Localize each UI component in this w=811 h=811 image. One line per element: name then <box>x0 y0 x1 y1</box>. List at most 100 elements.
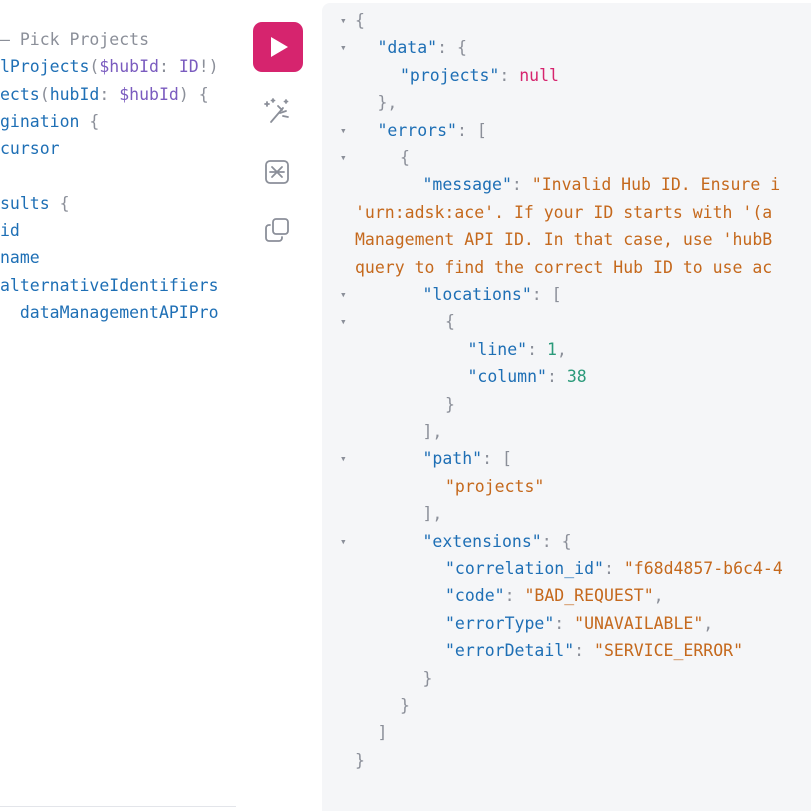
result-line: { <box>355 7 365 34</box>
result-line: } <box>400 692 410 719</box>
fold-toggle-icon[interactable]: ▾ <box>340 7 347 34</box>
code-token: dataManagementAPIPro <box>0 303 219 322</box>
json-token: : <box>554 613 575 633</box>
json-token: }, <box>377 93 398 113</box>
fold-toggle-icon[interactable]: ▾ <box>340 308 347 335</box>
fold-toggle-icon[interactable]: ▾ <box>340 528 347 555</box>
code-token: : <box>99 84 120 104</box>
result-line: "message": "Invalid Hub ID. Ensure i <box>423 171 781 198</box>
json-token: { <box>400 148 410 167</box>
editor-line: gination { <box>0 108 99 135</box>
json-token: "projects" <box>445 476 545 496</box>
json-token: ], <box>422 504 443 524</box>
json-token: "BAD_REQUEST" <box>524 586 654 606</box>
json-token: "message" <box>422 175 512 195</box>
json-token: : { <box>541 531 572 551</box>
json-token: 38 <box>566 367 587 387</box>
code-token: { <box>79 111 100 131</box>
json-token: "data" <box>377 38 438 58</box>
json-token: } <box>400 696 410 715</box>
json-token: ], <box>422 422 443 441</box>
result-line: "errorDetail": "SERVICE_ERROR" <box>445 637 743 664</box>
code-token: cursor <box>0 139 60 159</box>
fold-toggle-icon[interactable]: ▾ <box>340 281 347 308</box>
code-token: !) <box>198 57 219 77</box>
json-token: : <box>574 641 595 661</box>
json-token: "projects" <box>400 65 500 85</box>
result-line: Management API ID. In that case, use 'hu… <box>355 226 772 253</box>
json-token: : [ <box>482 449 512 469</box>
json-token: ] <box>377 723 388 743</box>
json-token: : <box>603 559 624 578</box>
json-token: : [ <box>456 120 487 140</box>
json-token: "locations" <box>422 285 532 304</box>
merge-fragments-icon[interactable] <box>262 157 292 187</box>
json-token: "path" <box>422 449 483 469</box>
code-token: ( <box>39 84 50 104</box>
json-token: "extensions" <box>422 531 542 551</box>
fold-toggle-icon[interactable]: ▾ <box>340 34 347 61</box>
json-token: "errorType" <box>445 613 555 633</box>
json-token: Management API ID. In that case, use 'hu… <box>355 230 773 250</box>
result-line: "line": 1, <box>468 336 567 363</box>
code-token: ) { <box>178 84 209 104</box>
json-token: } <box>355 750 365 770</box>
result-line: ] <box>378 719 388 746</box>
json-token: : <box>499 65 520 85</box>
editor-line: lProjects($hubId: ID!) <box>0 53 219 80</box>
copy-icon[interactable] <box>262 215 292 245</box>
json-token: "f68d4857-b6c4-4 <box>623 559 783 578</box>
json-token: : { <box>437 38 467 58</box>
json-token: "Invalid Hub ID. Ensure i <box>531 175 781 195</box>
code-token: ects <box>0 84 40 104</box>
result-line: "data": { <box>378 34 467 61</box>
json-token: "UNAVAILABLE" <box>574 613 704 633</box>
code-token: id <box>0 221 20 241</box>
code-token: : <box>158 57 179 77</box>
editor-line: – Pick Projects <box>0 26 149 53</box>
json-token: "SERVICE_ERROR" <box>594 641 744 661</box>
json-token: { <box>445 312 455 332</box>
result-line: "code": "BAD_REQUEST", <box>445 582 664 609</box>
json-token: "correlation_id" <box>445 559 604 578</box>
json-token: 'urn:adsk:ace'. If your ID starts with '… <box>355 202 773 222</box>
fold-toggle-icon[interactable]: ▾ <box>340 445 347 472</box>
magic-wand-icon[interactable] <box>262 96 292 126</box>
result-line: ], <box>423 418 443 445</box>
query-editor[interactable]: – Pick Projects lProjects($hubId: ID!) ect… <box>0 0 236 811</box>
code-token: ( <box>89 57 100 77</box>
json-token: "errorDetail" <box>445 641 575 661</box>
json-token: : <box>546 367 567 387</box>
code-token: hubId <box>49 84 100 104</box>
result-line: "projects" <box>445 473 544 500</box>
result-line: ], <box>423 500 443 527</box>
run-query-button[interactable] <box>253 22 303 72</box>
result-line: { <box>445 308 455 335</box>
editor-divider <box>0 806 236 807</box>
code-token: $hubId <box>99 57 159 77</box>
json-token: } <box>445 394 455 414</box>
code-token: alternativeIdentifiers <box>0 275 219 295</box>
result-line: }, <box>378 89 398 116</box>
result-line: 'urn:adsk:ace'. If your ID starts with '… <box>355 199 772 226</box>
result-line: { <box>400 144 410 171</box>
fold-toggle-icon[interactable]: ▾ <box>340 117 347 144</box>
json-token: : [ <box>531 285 562 304</box>
results-viewer[interactable]: ▾{▾ "data": {"projects": null}, ▾ "errors":… <box>322 3 811 811</box>
json-token: , <box>653 586 664 606</box>
result-line: "path": [ <box>423 445 512 472</box>
code-token: $hubId <box>119 84 179 104</box>
result-line: "locations": [ <box>423 281 562 308</box>
code-token: gination <box>0 111 80 131</box>
result-line: "errorType": "UNAVAILABLE", <box>445 610 713 637</box>
editor-line: name <box>0 244 40 271</box>
result-line: } <box>423 665 433 692</box>
json-token: "column" <box>467 367 547 387</box>
json-token: { <box>355 11 365 30</box>
json-token: "code" <box>445 586 505 606</box>
editor-line: id <box>0 217 20 244</box>
code-token: sults <box>0 193 50 213</box>
json-token: "errors" <box>377 120 457 140</box>
fold-toggle-icon[interactable]: ▾ <box>340 144 347 171</box>
result-line: "correlation_id": "f68d4857-b6c4-4 <box>445 555 783 582</box>
